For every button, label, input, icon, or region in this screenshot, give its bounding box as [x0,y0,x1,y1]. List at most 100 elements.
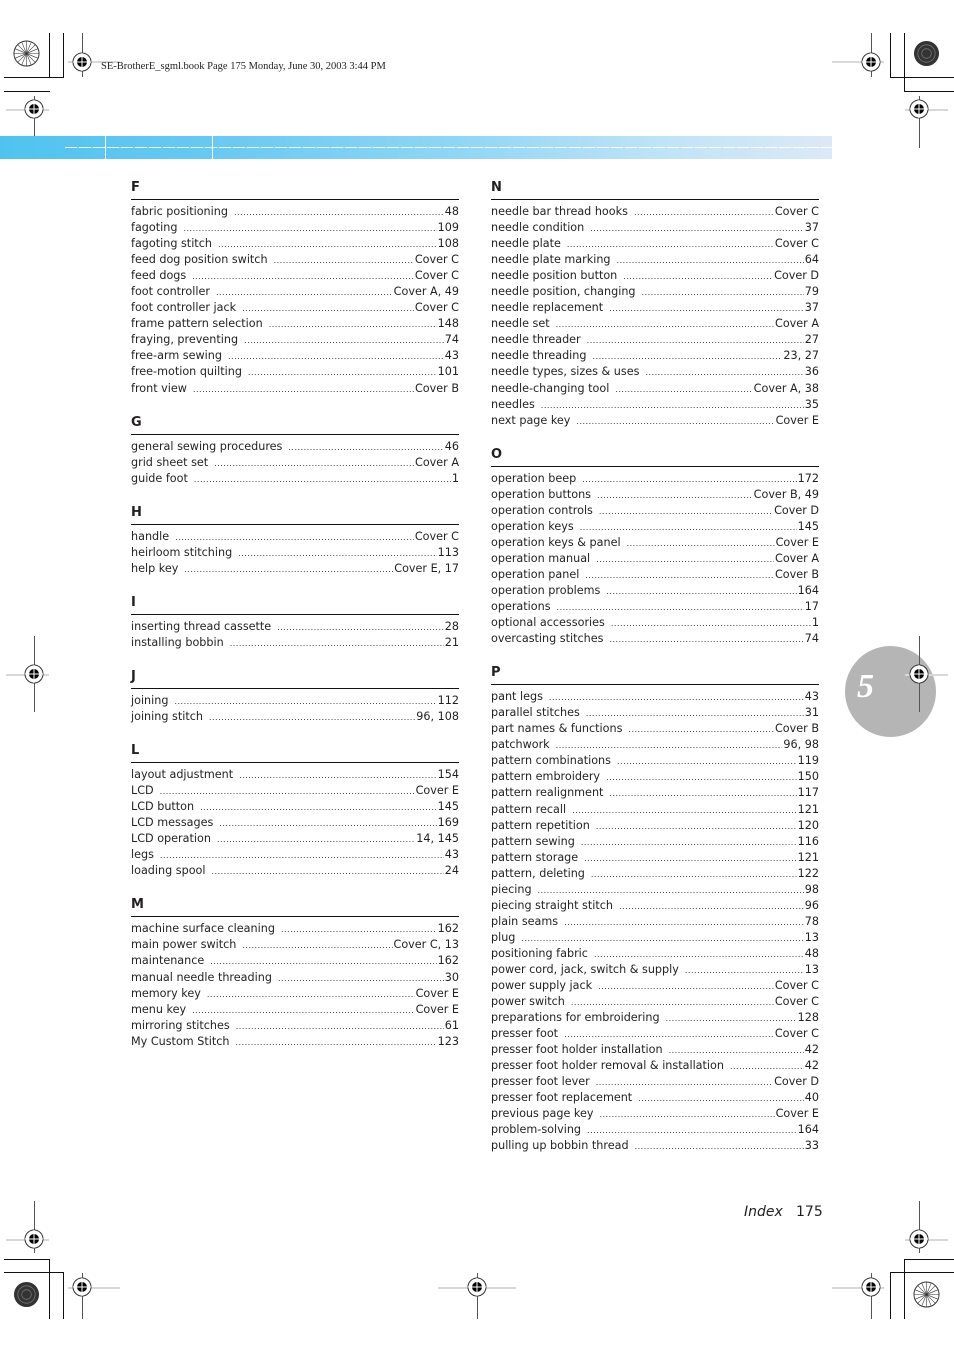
index-page-ref: 101 [437,365,459,379]
section-letter-heading: P [491,665,501,681]
index-entry: presser foot lever Cover D [491,1074,819,1090]
dot-leader [234,205,444,221]
index-entry: front view Cover B [131,381,459,397]
index-term: loading spool [131,864,206,878]
index-entry: foot controller jack Cover C [131,300,459,316]
section-divider [131,199,459,200]
index-page-ref: 46 [444,439,459,453]
section-letter-heading: H [131,504,142,520]
dot-leader [564,1027,774,1043]
index-page-ref: Cover C [414,529,459,543]
index-entry: piecing 98 [491,882,819,898]
index-page-ref: 112 [437,693,459,707]
index-page-ref: Cover E [415,1002,459,1016]
index-entry: mirroring stitches 61 [131,1018,459,1034]
section-letter-heading: L [131,743,140,759]
dot-leader [645,365,803,381]
index-term: needle replacement [491,301,604,315]
dot-leader [228,349,444,365]
index-section-o: Ooperation beep 172 operation buttons Cover… [491,446,819,648]
index-page-ref: 37 [804,221,819,235]
dot-leader [236,1019,444,1035]
index-entry: needles 35 [491,397,819,413]
registration-target-icon [24,664,44,684]
index-page-ref: 79 [804,285,819,299]
index-page-ref: 154 [437,768,459,782]
index-entry: installing bobbin 21 [131,635,459,651]
dot-leader [584,851,796,867]
index-term: optional accessories [491,616,605,630]
index-entry: guide foot 1 [131,471,459,487]
index-term: operation keys & panel [491,535,621,549]
section-letter-heading: O [491,446,503,462]
index-term: feed dog position switch [131,253,268,267]
dot-leader [564,915,804,931]
section-divider [491,465,819,467]
index-term: joining stitch [131,709,203,723]
section-divider [131,916,459,918]
index-page-ref: 31 [804,706,819,720]
index-page-ref: 78 [804,914,819,928]
index-entry: power cord, jack, switch & supply 13 [491,962,819,978]
index-page-ref: Cover D [774,503,819,517]
index-term: operation keys [491,519,574,533]
section-letter-heading: J [131,668,136,684]
crop-mark [890,77,954,78]
registration-target-icon [24,1229,44,1249]
dot-leader [538,883,804,899]
index-page-ref: Cover D [774,269,819,283]
dot-leader [587,333,804,349]
index-page-ref: Cover C [774,237,819,251]
index-entry: problem-solving 164 [491,1122,819,1138]
index-section-l: Llayout adjustment154LCDCover ELCD butto… [131,742,459,879]
index-page-ref: 116 [797,834,819,848]
index-entry: handle Cover C [131,529,459,545]
index-term: presser foot holder removal & installati… [491,1059,724,1073]
index-entry: pattern storage 121 [491,850,819,866]
index-entry: needle-changing tool Cover A, 38 [491,381,819,397]
registration-target-icon [909,99,929,119]
section-letter-heading: G [131,414,142,430]
index-page-ref: Cover E [775,1107,819,1121]
index-term: preparations for embroidering [491,1011,660,1025]
index-section-i: Iinserting thread cassette 28 installing b… [131,594,459,651]
band-divider [105,136,106,159]
index-term: LCD [131,784,154,798]
crop-mark [49,1259,50,1319]
crop-mark [63,33,64,78]
crop-mark [904,33,905,91]
index-entry: pattern embroidery 150 [491,769,819,785]
index-page-ref: 122 [797,866,819,880]
registration-target-icon [861,52,881,72]
dot-leader [521,931,803,947]
index-term: main power switch [131,938,237,952]
index-term: inserting thread cassette [131,619,272,633]
index-page-ref: Cover C [774,1027,819,1041]
dot-leader [642,285,804,301]
index-page-ref: Cover E, 17 [394,561,459,575]
registration-target-icon [909,664,929,684]
index-page-ref: 43 [444,349,459,363]
registration-target-icon [467,1277,487,1297]
index-term: parallel stitches [491,706,580,720]
index-page-ref: 150 [797,770,819,784]
band-divider [212,136,213,159]
crop-mark [890,1272,891,1319]
index-term: plug [491,930,516,944]
index-entry: positioning fabric 48 [491,946,819,962]
index-entry: operation keys & panel Cover E [491,535,819,551]
index-page-ref: 37 [804,301,819,315]
index-page-ref: 145 [797,519,819,533]
index-entry: pulling up bobbin thread 33 [491,1138,819,1154]
index-page-ref: 48 [444,205,459,218]
index-page-ref: 24 [444,864,459,878]
dot-leader [609,632,803,648]
dot-leader [160,784,415,800]
index-term: needle plate marking [491,253,611,267]
index-entry: part names & functions Cover B [491,721,819,737]
section-divider [491,199,819,200]
index-entry: foot controller Cover A, 49 [131,284,459,300]
dot-leader [597,488,753,504]
index-term: needle threader [491,333,581,347]
index-page-ref: Cover C [774,979,819,993]
